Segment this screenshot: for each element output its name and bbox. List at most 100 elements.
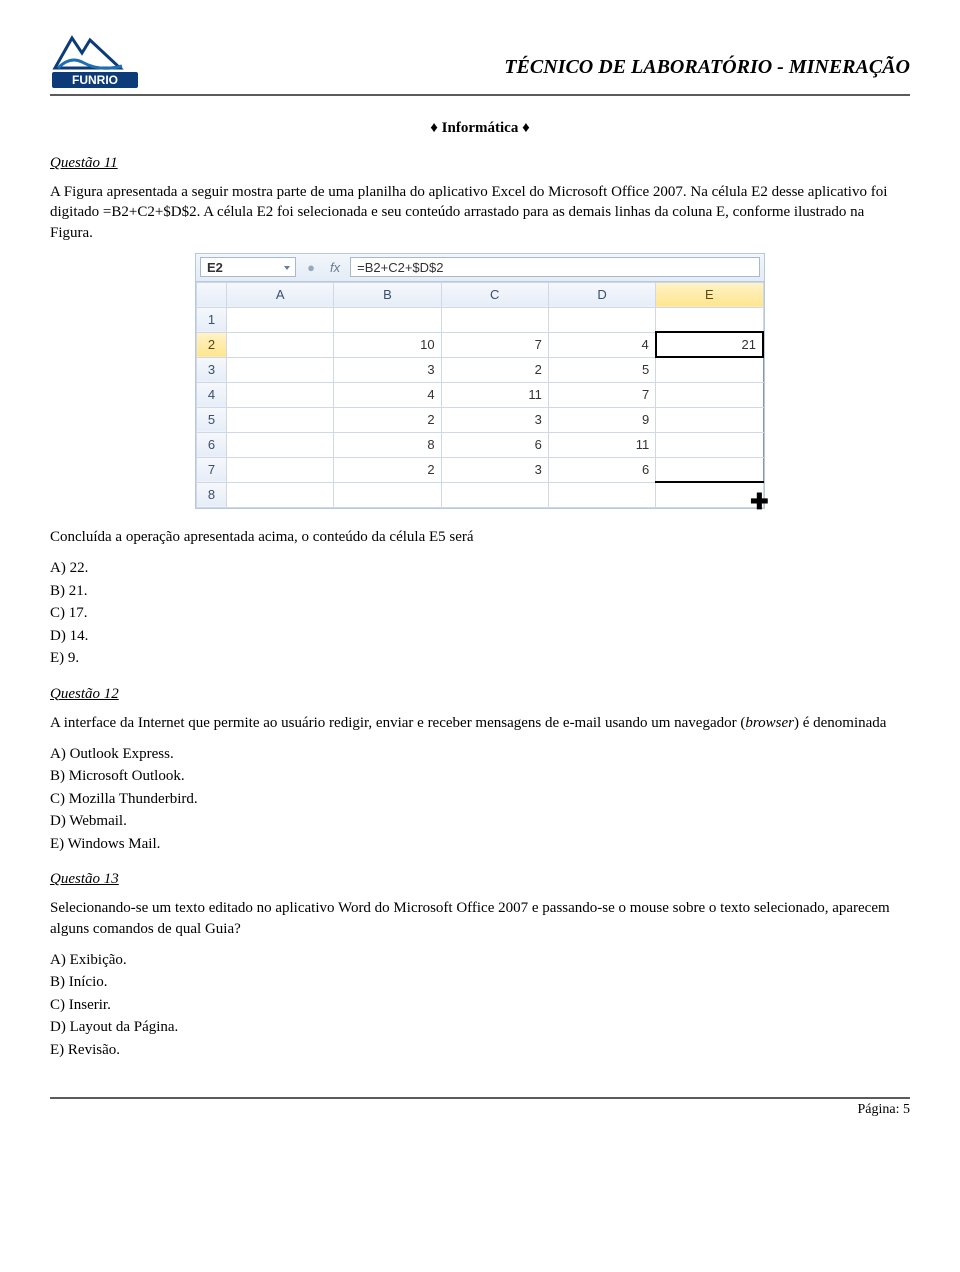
row-header[interactable]: 7 — [197, 457, 227, 482]
cell-B5[interactable]: 2 — [334, 407, 441, 432]
table-row: 7 236 — [197, 457, 764, 482]
q13-opt-d[interactable]: D) Layout da Página. — [50, 1016, 910, 1039]
cell-A4[interactable] — [227, 382, 334, 407]
cell-B6[interactable]: 8 — [334, 432, 441, 457]
q13-opt-a[interactable]: A) Exibição. — [50, 949, 910, 972]
col-C[interactable]: C — [441, 282, 548, 307]
question-11-options: A) 22. B) 21. C) 17. D) 14. E) 9. — [50, 557, 910, 670]
row-header[interactable]: 4 — [197, 382, 227, 407]
cell-A2[interactable] — [227, 332, 334, 357]
table-row: 5 239 — [197, 407, 764, 432]
row-header[interactable]: 3 — [197, 357, 227, 382]
cell-C4[interactable]: 11 — [441, 382, 548, 407]
cell-B7[interactable]: 2 — [334, 457, 441, 482]
cell-D3[interactable]: 5 — [548, 357, 655, 382]
row-header[interactable]: 5 — [197, 407, 227, 432]
table-row: 3325 — [197, 357, 764, 382]
document-title: TÉCNICO DE LABORATÓRIO - MINERAÇÃO — [504, 28, 910, 79]
cell-A1[interactable] — [227, 307, 334, 332]
q12-opt-a[interactable]: A) Outlook Express. — [50, 743, 910, 766]
col-B[interactable]: B — [334, 282, 441, 307]
q11-opt-e[interactable]: E) 9. — [50, 647, 910, 670]
excel-formula-bar: E2 ● fx =B2+C2+$D$2 — [196, 254, 764, 282]
question-13-label: Questão 13 — [50, 871, 910, 888]
table-row: 1 — [197, 307, 764, 332]
cell-C6[interactable]: 6 — [441, 432, 548, 457]
q11-opt-d[interactable]: D) 14. — [50, 625, 910, 648]
cell-D7[interactable]: 6 — [548, 457, 655, 482]
row-header[interactable]: 8 — [197, 482, 227, 507]
question-13-text: Selecionando-se um texto editado no apli… — [50, 898, 910, 939]
cell-D1[interactable] — [548, 307, 655, 332]
cell-B1[interactable] — [334, 307, 441, 332]
row-header[interactable]: 1 — [197, 307, 227, 332]
cell-C8[interactable] — [441, 482, 548, 507]
q11-opt-b[interactable]: B) 21. — [50, 580, 910, 603]
cell-A8[interactable] — [227, 482, 334, 507]
cell-C7[interactable]: 3 — [441, 457, 548, 482]
cell-B2[interactable]: 10 — [334, 332, 441, 357]
svg-text:FUNRIO: FUNRIO — [72, 73, 118, 87]
section-title: ♦ Informática ♦ — [50, 120, 910, 137]
header-divider — [50, 94, 910, 96]
fill-handle-icon[interactable]: ✚ — [750, 491, 768, 513]
q13-opt-b[interactable]: B) Início. — [50, 971, 910, 994]
q11-opt-a[interactable]: A) 22. — [50, 557, 910, 580]
cell-D8[interactable] — [548, 482, 655, 507]
row-header[interactable]: 6 — [197, 432, 227, 457]
col-E[interactable]: E — [656, 282, 763, 307]
cell-E7[interactable] — [656, 457, 763, 482]
table-row: 2 107421 — [197, 332, 764, 357]
q13-opt-e[interactable]: E) Revisão. — [50, 1039, 910, 1062]
cell-A6[interactable] — [227, 432, 334, 457]
cell-D5[interactable]: 9 — [548, 407, 655, 432]
excel-grid: A B C D E 121074213325441175239686117236… — [196, 282, 764, 508]
q12-opt-b[interactable]: B) Microsoft Outlook. — [50, 765, 910, 788]
table-row: 44117 — [197, 382, 764, 407]
q13-opt-c[interactable]: C) Inserir. — [50, 994, 910, 1017]
cell-E4[interactable] — [656, 382, 763, 407]
cell-C1[interactable] — [441, 307, 548, 332]
cell-D4[interactable]: 7 — [548, 382, 655, 407]
col-D[interactable]: D — [548, 282, 655, 307]
cell-A5[interactable] — [227, 407, 334, 432]
cell-E5[interactable] — [656, 407, 763, 432]
cell-E2[interactable]: 21 — [656, 332, 763, 357]
fx-icon[interactable]: fx — [326, 260, 344, 275]
question-12-label: Questão 12 — [50, 686, 910, 703]
cell-A3[interactable] — [227, 357, 334, 382]
q12-opt-c[interactable]: C) Mozilla Thunderbird. — [50, 788, 910, 811]
cell-D6[interactable]: 11 — [548, 432, 655, 457]
cell-E3[interactable] — [656, 357, 763, 382]
page-header: FUNRIO TÉCNICO DE LABORATÓRIO - MINERAÇÃ… — [50, 28, 910, 90]
q11-opt-c[interactable]: C) 17. — [50, 602, 910, 625]
cell-D2[interactable]: 4 — [548, 332, 655, 357]
table-row: 8✚ — [197, 482, 764, 507]
cell-A7[interactable] — [227, 457, 334, 482]
table-row: 68611 — [197, 432, 764, 457]
cell-E8[interactable]: ✚ — [656, 482, 763, 507]
excel-screenshot: E2 ● fx =B2+C2+$D$2 A B C D E 1210742133… — [195, 253, 765, 509]
cell-B3[interactable]: 3 — [334, 357, 441, 382]
row-header[interactable]: 2 — [197, 332, 227, 357]
cell-E6[interactable] — [656, 432, 763, 457]
q12-opt-d[interactable]: D) Webmail. — [50, 810, 910, 833]
cell-C5[interactable]: 3 — [441, 407, 548, 432]
question-11-followup: Concluída a operação apresentada acima, … — [50, 527, 910, 547]
corner-cell[interactable] — [197, 282, 227, 307]
excel-name-box[interactable]: E2 — [200, 257, 296, 277]
q12-opt-e[interactable]: E) Windows Mail. — [50, 833, 910, 856]
cell-E1[interactable] — [656, 307, 763, 332]
cell-C3[interactable]: 2 — [441, 357, 548, 382]
logo-funrio: FUNRIO — [50, 28, 140, 90]
col-A[interactable]: A — [227, 282, 334, 307]
question-13-options: A) Exibição. B) Início. C) Inserir. D) L… — [50, 949, 910, 1062]
page-footer: Página: 5 — [50, 1097, 910, 1118]
cell-C2[interactable]: 7 — [441, 332, 548, 357]
cell-B8[interactable] — [334, 482, 441, 507]
question-12-text: A interface da Internet que permite ao u… — [50, 713, 910, 733]
excel-formula-input[interactable]: =B2+C2+$D$2 — [350, 257, 760, 277]
question-11-text: A Figura apresentada a seguir mostra par… — [50, 182, 910, 243]
cell-B4[interactable]: 4 — [334, 382, 441, 407]
question-11-label: Questão 11 — [50, 155, 910, 172]
